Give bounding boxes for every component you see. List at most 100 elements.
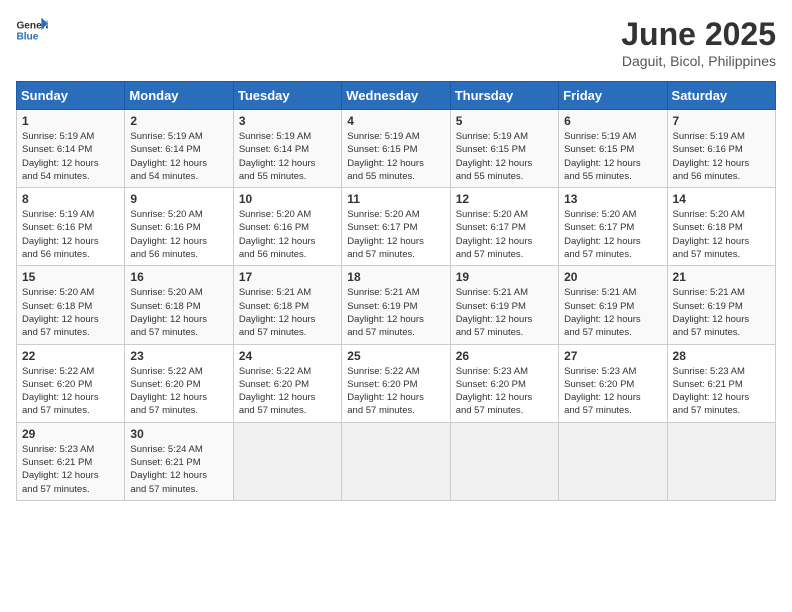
calendar-header-row: Sunday Monday Tuesday Wednesday Thursday…: [17, 82, 776, 110]
day-number: 2: [130, 114, 227, 128]
table-row: 29 Sunrise: 5:23 AMSunset: 6:21 PMDaylig…: [17, 422, 125, 500]
day-number: 20: [564, 270, 661, 284]
table-row: 30 Sunrise: 5:24 AMSunset: 6:21 PMDaylig…: [125, 422, 233, 500]
logo: General Blue: [16, 16, 48, 44]
col-friday: Friday: [559, 82, 667, 110]
day-detail: Sunrise: 5:21 AMSunset: 6:19 PMDaylight:…: [347, 287, 424, 338]
calendar-week-row: 1 Sunrise: 5:19 AMSunset: 6:14 PMDayligh…: [17, 110, 776, 188]
table-row: 3 Sunrise: 5:19 AMSunset: 6:14 PMDayligh…: [233, 110, 341, 188]
table-row: 21 Sunrise: 5:21 AMSunset: 6:19 PMDaylig…: [667, 266, 775, 344]
calendar-table: Sunday Monday Tuesday Wednesday Thursday…: [16, 81, 776, 501]
day-number: 21: [673, 270, 770, 284]
table-row: [667, 422, 775, 500]
day-detail: Sunrise: 5:19 AMSunset: 6:15 PMDaylight:…: [564, 131, 641, 182]
day-detail: Sunrise: 5:19 AMSunset: 6:15 PMDaylight:…: [347, 131, 424, 182]
day-detail: Sunrise: 5:19 AMSunset: 6:14 PMDaylight:…: [239, 131, 316, 182]
table-row: 7 Sunrise: 5:19 AMSunset: 6:16 PMDayligh…: [667, 110, 775, 188]
day-number: 3: [239, 114, 336, 128]
day-number: 17: [239, 270, 336, 284]
table-row: 13 Sunrise: 5:20 AMSunset: 6:17 PMDaylig…: [559, 188, 667, 266]
table-row: 28 Sunrise: 5:23 AMSunset: 6:21 PMDaylig…: [667, 344, 775, 422]
day-number: 22: [22, 349, 119, 363]
day-detail: Sunrise: 5:20 AMSunset: 6:16 PMDaylight:…: [239, 209, 316, 260]
day-detail: Sunrise: 5:23 AMSunset: 6:21 PMDaylight:…: [673, 366, 750, 417]
day-detail: Sunrise: 5:20 AMSunset: 6:18 PMDaylight:…: [22, 287, 99, 338]
day-number: 13: [564, 192, 661, 206]
day-detail: Sunrise: 5:24 AMSunset: 6:21 PMDaylight:…: [130, 444, 207, 495]
day-detail: Sunrise: 5:21 AMSunset: 6:19 PMDaylight:…: [673, 287, 750, 338]
table-row: 16 Sunrise: 5:20 AMSunset: 6:18 PMDaylig…: [125, 266, 233, 344]
table-row: 25 Sunrise: 5:22 AMSunset: 6:20 PMDaylig…: [342, 344, 450, 422]
day-detail: Sunrise: 5:21 AMSunset: 6:19 PMDaylight:…: [456, 287, 533, 338]
calendar-week-row: 15 Sunrise: 5:20 AMSunset: 6:18 PMDaylig…: [17, 266, 776, 344]
day-detail: Sunrise: 5:20 AMSunset: 6:17 PMDaylight:…: [564, 209, 641, 260]
day-detail: Sunrise: 5:20 AMSunset: 6:17 PMDaylight:…: [347, 209, 424, 260]
day-detail: Sunrise: 5:19 AMSunset: 6:14 PMDaylight:…: [130, 131, 207, 182]
day-detail: Sunrise: 5:20 AMSunset: 6:16 PMDaylight:…: [130, 209, 207, 260]
table-row: 18 Sunrise: 5:21 AMSunset: 6:19 PMDaylig…: [342, 266, 450, 344]
day-detail: Sunrise: 5:23 AMSunset: 6:21 PMDaylight:…: [22, 444, 99, 495]
title-block: June 2025 Daguit, Bicol, Philippines: [621, 16, 776, 69]
col-sunday: Sunday: [17, 82, 125, 110]
table-row: 27 Sunrise: 5:23 AMSunset: 6:20 PMDaylig…: [559, 344, 667, 422]
table-row: 24 Sunrise: 5:22 AMSunset: 6:20 PMDaylig…: [233, 344, 341, 422]
table-row: 5 Sunrise: 5:19 AMSunset: 6:15 PMDayligh…: [450, 110, 558, 188]
col-thursday: Thursday: [450, 82, 558, 110]
table-row: 15 Sunrise: 5:20 AMSunset: 6:18 PMDaylig…: [17, 266, 125, 344]
day-number: 28: [673, 349, 770, 363]
logo-icon: General Blue: [16, 16, 48, 44]
day-detail: Sunrise: 5:23 AMSunset: 6:20 PMDaylight:…: [564, 366, 641, 417]
day-number: 1: [22, 114, 119, 128]
day-detail: Sunrise: 5:20 AMSunset: 6:17 PMDaylight:…: [456, 209, 533, 260]
day-detail: Sunrise: 5:19 AMSunset: 6:16 PMDaylight:…: [22, 209, 99, 260]
table-row: 14 Sunrise: 5:20 AMSunset: 6:18 PMDaylig…: [667, 188, 775, 266]
calendar-subtitle: Daguit, Bicol, Philippines: [621, 53, 776, 69]
page-header: General Blue June 2025 Daguit, Bicol, Ph…: [16, 16, 776, 69]
day-number: 19: [456, 270, 553, 284]
day-number: 18: [347, 270, 444, 284]
table-row: [450, 422, 558, 500]
calendar-week-row: 22 Sunrise: 5:22 AMSunset: 6:20 PMDaylig…: [17, 344, 776, 422]
calendar-week-row: 8 Sunrise: 5:19 AMSunset: 6:16 PMDayligh…: [17, 188, 776, 266]
day-number: 23: [130, 349, 227, 363]
day-number: 7: [673, 114, 770, 128]
col-tuesday: Tuesday: [233, 82, 341, 110]
day-detail: Sunrise: 5:22 AMSunset: 6:20 PMDaylight:…: [239, 366, 316, 417]
day-detail: Sunrise: 5:22 AMSunset: 6:20 PMDaylight:…: [22, 366, 99, 417]
day-number: 10: [239, 192, 336, 206]
day-number: 4: [347, 114, 444, 128]
table-row: [342, 422, 450, 500]
day-number: 29: [22, 427, 119, 441]
day-detail: Sunrise: 5:22 AMSunset: 6:20 PMDaylight:…: [347, 366, 424, 417]
day-detail: Sunrise: 5:19 AMSunset: 6:15 PMDaylight:…: [456, 131, 533, 182]
day-detail: Sunrise: 5:20 AMSunset: 6:18 PMDaylight:…: [673, 209, 750, 260]
day-number: 25: [347, 349, 444, 363]
day-number: 27: [564, 349, 661, 363]
table-row: 10 Sunrise: 5:20 AMSunset: 6:16 PMDaylig…: [233, 188, 341, 266]
table-row: 12 Sunrise: 5:20 AMSunset: 6:17 PMDaylig…: [450, 188, 558, 266]
table-row: 17 Sunrise: 5:21 AMSunset: 6:18 PMDaylig…: [233, 266, 341, 344]
calendar-title: June 2025: [621, 16, 776, 53]
table-row: 26 Sunrise: 5:23 AMSunset: 6:20 PMDaylig…: [450, 344, 558, 422]
day-number: 6: [564, 114, 661, 128]
day-detail: Sunrise: 5:22 AMSunset: 6:20 PMDaylight:…: [130, 366, 207, 417]
col-saturday: Saturday: [667, 82, 775, 110]
day-detail: Sunrise: 5:21 AMSunset: 6:19 PMDaylight:…: [564, 287, 641, 338]
table-row: 4 Sunrise: 5:19 AMSunset: 6:15 PMDayligh…: [342, 110, 450, 188]
day-number: 5: [456, 114, 553, 128]
table-row: 20 Sunrise: 5:21 AMSunset: 6:19 PMDaylig…: [559, 266, 667, 344]
table-row: [233, 422, 341, 500]
col-wednesday: Wednesday: [342, 82, 450, 110]
table-row: 22 Sunrise: 5:22 AMSunset: 6:20 PMDaylig…: [17, 344, 125, 422]
day-detail: Sunrise: 5:23 AMSunset: 6:20 PMDaylight:…: [456, 366, 533, 417]
day-detail: Sunrise: 5:21 AMSunset: 6:18 PMDaylight:…: [239, 287, 316, 338]
day-detail: Sunrise: 5:19 AMSunset: 6:14 PMDaylight:…: [22, 131, 99, 182]
col-monday: Monday: [125, 82, 233, 110]
table-row: 23 Sunrise: 5:22 AMSunset: 6:20 PMDaylig…: [125, 344, 233, 422]
day-number: 30: [130, 427, 227, 441]
day-number: 9: [130, 192, 227, 206]
day-number: 15: [22, 270, 119, 284]
table-row: 9 Sunrise: 5:20 AMSunset: 6:16 PMDayligh…: [125, 188, 233, 266]
day-number: 14: [673, 192, 770, 206]
table-row: 8 Sunrise: 5:19 AMSunset: 6:16 PMDayligh…: [17, 188, 125, 266]
